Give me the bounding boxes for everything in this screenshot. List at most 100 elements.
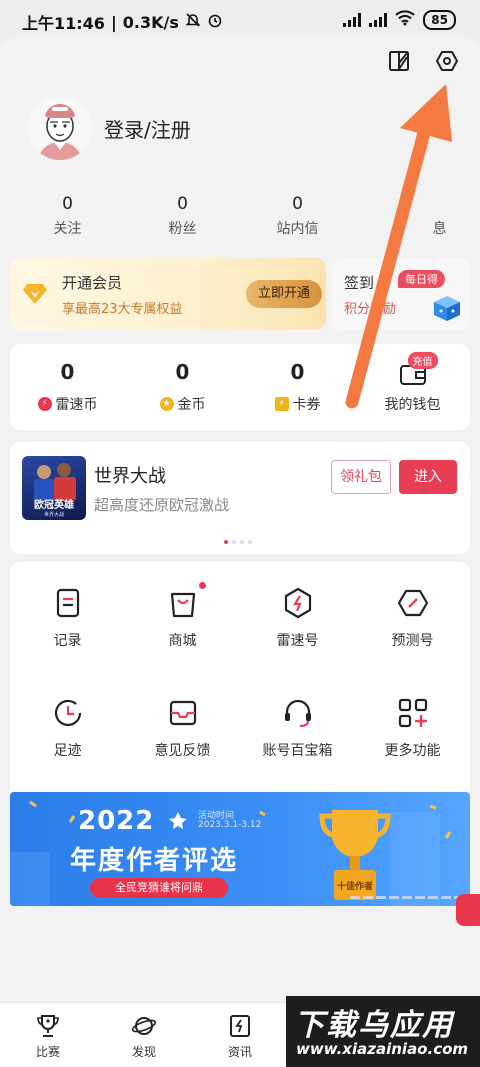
- login-register-link[interactable]: 登录/注册: [104, 114, 191, 143]
- tab-news[interactable]: 资讯: [210, 1013, 270, 1060]
- signal-icon: [369, 13, 388, 27]
- predict-icon: [396, 586, 430, 620]
- stat-label: 关注: [53, 221, 82, 237]
- leisu-icon: [281, 586, 315, 620]
- vip-card[interactable]: 开通会员 享最高23大专属权益 立即开通: [10, 258, 326, 330]
- profile-stats: 0 关注 0 粉丝 0 站内信 息: [0, 194, 480, 238]
- status-speed: 0.3K/s: [122, 12, 179, 32]
- game-title: 世界大战: [94, 466, 166, 487]
- carousel-indicator: [224, 540, 252, 544]
- news-icon: [227, 1013, 253, 1039]
- top-actions: [386, 48, 460, 74]
- avatar[interactable]: [28, 96, 92, 160]
- wallet-count: 0: [290, 360, 305, 384]
- banner-indicator: [350, 896, 470, 899]
- game-thumbnail[interactable]: 欧冠英雄 世界大战: [22, 456, 86, 520]
- gift-box-icon: [434, 296, 460, 321]
- wallet-card: 0 ⚡ 雷速币 0 ★ 金币 0 ⚡ 卡券 充值 我的钱包: [10, 344, 470, 430]
- banner-title: 年度作者评选: [70, 846, 239, 876]
- stat-count: 0: [292, 194, 303, 214]
- grid-item-support[interactable]: 账号百宝箱: [240, 696, 355, 760]
- lightning-coin-icon: ⚡: [37, 397, 52, 411]
- tab-label: 资讯: [227, 1045, 252, 1059]
- wallet-leisu-coin[interactable]: 0 ⚡ 雷速币: [10, 344, 125, 430]
- grid-label: 足迹: [53, 743, 82, 759]
- layout-icon[interactable]: [386, 48, 412, 74]
- grid-item-history[interactable]: 足迹: [10, 696, 125, 760]
- status-bar: 上午11:46 | 0.3K/s 85: [0, 0, 480, 38]
- stat-label: 息: [432, 221, 447, 237]
- game-thumb-subtitle: 世界大战: [44, 511, 64, 518]
- game-promo-card[interactable]: 欧冠英雄 世界大战 世界大战 超高度还原欧冠激战 领礼包 进入: [10, 442, 470, 554]
- wallet-label: 我的钱包: [384, 397, 441, 413]
- vip-subtitle: 享最高23大专属权益: [62, 302, 183, 317]
- grid-label: 账号百宝箱: [262, 743, 333, 759]
- stat-fans[interactable]: 0 粉丝: [125, 194, 240, 238]
- tab-matches[interactable]: 比赛: [18, 1013, 78, 1060]
- grid-label: 记录: [53, 633, 82, 649]
- grid-item-record[interactable]: 记录: [10, 586, 125, 650]
- status-time: 上午11:46: [22, 14, 105, 33]
- watermark-title: 下载乌应用: [294, 1008, 454, 1043]
- stat-messages[interactable]: 息: [355, 194, 470, 238]
- profile-page: 登录/注册 0 关注 0 粉丝 0 站内信 息 开通会员 享最高23大专属权益 …: [0, 36, 480, 1067]
- diamond-icon: [23, 284, 47, 304]
- notification-dot: [198, 582, 206, 589]
- wallet-count: 0: [60, 360, 75, 384]
- wallet-label: 金币: [177, 397, 206, 413]
- profile-header[interactable]: 登录/注册: [28, 96, 191, 160]
- banner-cta[interactable]: 全民竞猜谁将问鼎: [90, 878, 228, 898]
- stat-label: 站内信: [276, 221, 319, 237]
- grid-item-leisu-account[interactable]: 雷速号: [240, 586, 355, 650]
- grid-item-shop[interactable]: 商城: [125, 582, 240, 650]
- feedback-icon: [166, 696, 200, 730]
- trophy-label: 十佳作者: [337, 880, 373, 892]
- settings-icon[interactable]: [434, 48, 460, 74]
- signal-icon: [343, 13, 362, 27]
- checkin-card[interactable]: 签到 每日得 积分奖励: [332, 258, 470, 330]
- grid-item-predict[interactable]: 预测号: [355, 586, 470, 650]
- enter-game-button[interactable]: 进入: [399, 460, 457, 494]
- alarm-icon: [207, 12, 223, 32]
- history-icon: [51, 696, 85, 730]
- record-icon: [51, 586, 85, 620]
- checkin-title: 签到: [344, 274, 375, 292]
- grid-label: 更多功能: [384, 743, 441, 759]
- stat-inbox[interactable]: 0 站内信: [240, 194, 355, 238]
- grid-label: 意见反馈: [154, 743, 211, 759]
- wallet-count: 0: [175, 360, 190, 384]
- claim-gift-button[interactable]: 领礼包: [331, 460, 391, 494]
- banner-year: 2022: [78, 806, 155, 836]
- recharge-badge: 充值: [407, 352, 438, 369]
- wallet-gold-coin[interactable]: 0 ★ 金币: [125, 344, 240, 430]
- grid-label: 雷速号: [276, 633, 319, 649]
- stat-count: 0: [177, 194, 188, 214]
- game-thumb-title: 欧冠英雄: [34, 498, 74, 511]
- wallet-my-wallet[interactable]: 充值 我的钱包: [355, 344, 470, 430]
- checkin-badge: 每日得: [398, 270, 445, 288]
- trophy-icon: 十佳作者: [319, 810, 391, 900]
- coupon-icon: ⚡: [274, 397, 289, 411]
- author-award-banner[interactable]: 2022 活动时间 2023.3.1-3.12 年度作者评选 全民竞猜谁将问鼎 …: [10, 792, 470, 906]
- feature-grid: 记录 商城 雷速号 预测号 足迹 意见反馈 账号百宝箱 更多功能: [10, 562, 470, 798]
- game-subtitle: 超高度还原欧冠激战: [94, 496, 230, 514]
- support-icon: [281, 696, 315, 730]
- stat-label: 粉丝: [168, 221, 197, 237]
- stat-following[interactable]: 0 关注: [10, 194, 125, 238]
- site-watermark: 下载乌应用 www.xiazainiao.com: [286, 996, 480, 1067]
- tab-label: 发现: [131, 1045, 156, 1059]
- open-vip-button[interactable]: 立即开通: [246, 280, 322, 308]
- floating-side-tab[interactable]: [456, 894, 480, 926]
- stat-count: 0: [62, 194, 73, 214]
- stat-count: [355, 194, 470, 214]
- wifi-icon: [395, 10, 415, 30]
- tab-label: 比赛: [35, 1045, 60, 1059]
- tab-discover[interactable]: 发现: [114, 1013, 174, 1060]
- wallet-coupon[interactable]: 0 ⚡ 卡券: [240, 344, 355, 430]
- checkin-subtitle: 积分奖励: [344, 302, 397, 317]
- grid-item-more[interactable]: 更多功能: [355, 696, 470, 760]
- grid-label: 商城: [168, 633, 197, 649]
- grid-item-feedback[interactable]: 意见反馈: [125, 696, 240, 760]
- mute-icon: [185, 12, 201, 32]
- watermark-url: www.xiazainiao.com: [296, 1040, 469, 1058]
